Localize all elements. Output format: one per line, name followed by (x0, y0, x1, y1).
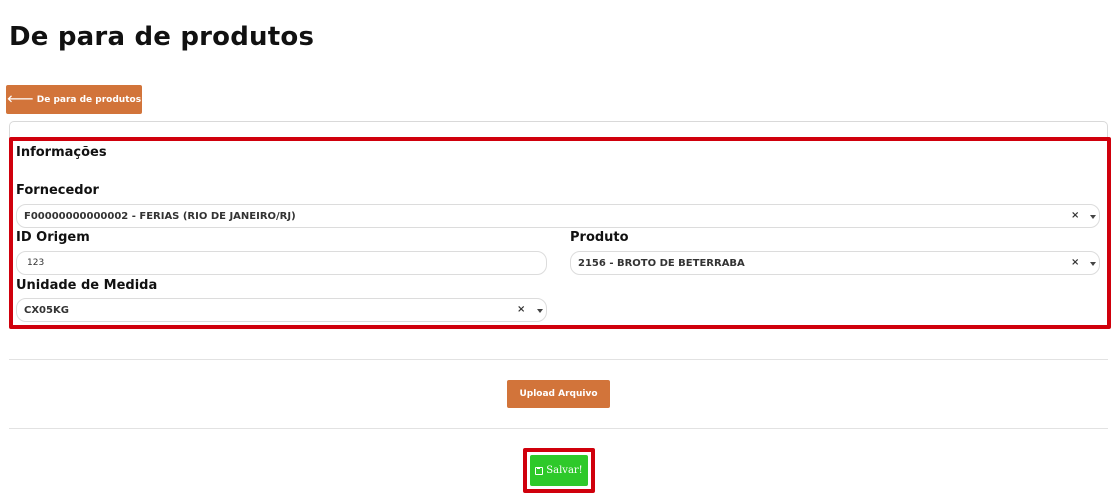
back-button-label: De para de produtos (36, 94, 142, 105)
fornecedor-select[interactable]: F00000000000002 - FERIAS (RIO DE JANEIRO… (16, 204, 1100, 228)
save-button[interactable]: Salvar! (530, 455, 588, 486)
floppy-disk-icon (535, 466, 544, 475)
produto-chevron-down-icon[interactable] (1090, 262, 1096, 266)
back-button[interactable]: 🡐 De para de produtos (6, 85, 142, 114)
upload-file-button[interactable]: Upload Arquivo (507, 380, 610, 408)
save-button-label: Salvar! (546, 465, 583, 476)
unidade-chevron-down-icon[interactable] (537, 309, 543, 313)
unidade-label: Unidade de Medida (16, 278, 158, 293)
divider (9, 359, 1108, 360)
upload-button-label: Upload Arquivo (519, 389, 598, 399)
produto-label: Produto (570, 230, 629, 245)
section-title: Informações (16, 145, 107, 160)
page-title: De para de produtos (9, 22, 315, 52)
fornecedor-value: F00000000000002 - FERIAS (RIO DE JANEIRO… (24, 210, 296, 222)
id-origem-label: ID Origem (16, 230, 90, 245)
fornecedor-clear-icon[interactable]: × (1071, 210, 1079, 221)
produto-select[interactable]: 2156 - BROTO DE BETERRABA × (570, 251, 1100, 275)
fornecedor-chevron-down-icon[interactable] (1090, 215, 1096, 219)
arrow-left-icon: 🡐 (6, 93, 34, 105)
unidade-select[interactable]: CX05KG × (16, 298, 547, 322)
fornecedor-label: Fornecedor (16, 183, 99, 198)
unidade-value: CX05KG (24, 304, 69, 316)
produto-value: 2156 - BROTO DE BETERRABA (578, 257, 745, 269)
id-origem-input[interactable] (16, 251, 547, 275)
divider (9, 428, 1108, 429)
produto-clear-icon[interactable]: × (1071, 257, 1079, 268)
unidade-clear-icon[interactable]: × (517, 304, 525, 315)
